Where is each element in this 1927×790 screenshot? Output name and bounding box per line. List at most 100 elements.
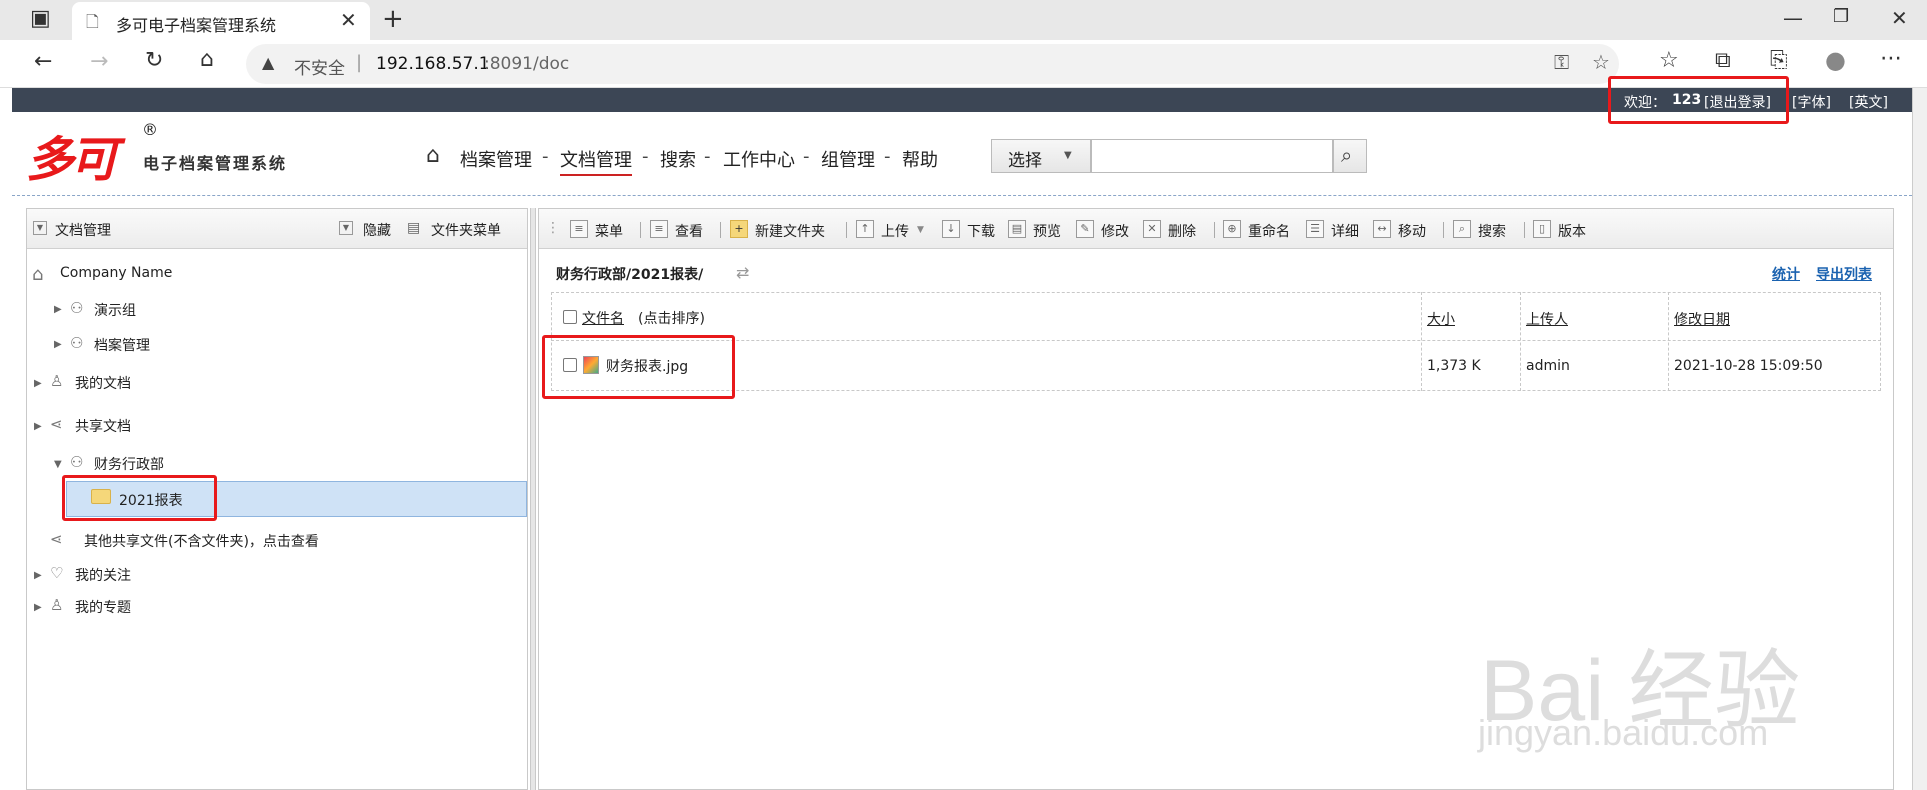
export-list-link[interactable]: 导出列表 (1816, 264, 1872, 284)
tree-my-topics[interactable]: 我的专题 (75, 597, 131, 617)
hide-icon[interactable]: ▼ (339, 221, 353, 235)
restore-icon[interactable]: ❐ (1833, 6, 1849, 27)
tree-archive-mgmt[interactable]: 档案管理 (94, 335, 150, 355)
toolbar-menu[interactable]: 菜单 (595, 221, 623, 241)
expand-arrow-icon[interactable]: ▶ (54, 304, 62, 315)
toolbar-preview[interactable]: 预览 (1033, 221, 1061, 241)
download-icon: ↓ (942, 220, 960, 238)
topics-icon: ♙ (50, 596, 64, 614)
forward-icon[interactable]: → (90, 49, 108, 74)
search-input[interactable] (1091, 139, 1333, 173)
tree-my-docs[interactable]: 我的文档 (75, 373, 131, 393)
panel-splitter[interactable] (530, 208, 536, 790)
key-icon[interactable]: ⚿ (1554, 50, 1569, 74)
expand-arrow-icon[interactable]: ▶ (34, 570, 42, 581)
toolbar-details[interactable]: 详细 (1331, 221, 1359, 241)
details-icon: ☰ (1306, 220, 1324, 238)
address-bar[interactable]: ▲ 不安全 | 192.168.57.1 :8091/doc ⚿ ☆ (246, 44, 1619, 84)
logo-brand: 多可 (26, 132, 118, 188)
column-header-uploader[interactable]: 上传人 (1526, 309, 1568, 329)
window-close-icon[interactable]: ✕ (1891, 6, 1908, 30)
font-link[interactable]: [字体] (1792, 92, 1831, 112)
close-tab-icon[interactable]: ✕ (340, 8, 357, 32)
column-header-modified[interactable]: 修改日期 (1674, 309, 1730, 329)
nav-separator: - (803, 146, 810, 167)
expand-arrow-icon[interactable]: ▶ (34, 421, 42, 432)
english-link[interactable]: [英文] (1849, 92, 1888, 112)
select-all-checkbox[interactable] (563, 310, 577, 324)
url-host: 192.168.57.1 (376, 54, 490, 74)
nav-help[interactable]: 帮助 (902, 146, 938, 172)
browser-tab[interactable]: 🗋 多可电子档案管理系统 ✕ (72, 2, 370, 40)
page-scrollbar[interactable] (1912, 88, 1927, 790)
toolbar-move[interactable]: 移动 (1398, 221, 1426, 241)
toolbar-search[interactable]: 搜索 (1478, 221, 1506, 241)
refresh-list-icon[interactable]: ⇄ (736, 263, 749, 282)
folder-menu-button[interactable]: 文件夹菜单 (431, 220, 501, 240)
more-icon[interactable]: ⋯ (1880, 46, 1902, 71)
file-modified: 2021-10-28 15:09:50 (1674, 358, 1823, 374)
tree-my-follows[interactable]: 我的关注 (75, 565, 131, 585)
nav-separator: - (542, 146, 549, 167)
tree-finance-dept[interactable]: 财务行政部 (94, 454, 164, 474)
nav-separator: - (642, 146, 649, 167)
logo-subtitle: 电子档案管理系统 (143, 154, 288, 173)
group-icon: ⚇ (70, 334, 84, 352)
tree-demo-group[interactable]: 演示组 (94, 300, 136, 320)
screenshot-icon[interactable]: ⎘ (1770, 48, 1788, 73)
new-tab-icon[interactable]: + (382, 4, 404, 34)
collapse-arrow-icon[interactable]: ▼ (54, 459, 62, 470)
nav-group-mgmt[interactable]: 组管理 (821, 146, 875, 172)
move-icon: ↔ (1373, 220, 1391, 238)
preview-icon: ▤ (1008, 220, 1026, 238)
toolbar-download[interactable]: 下载 (967, 221, 995, 241)
search-icon: ⌕ (1341, 143, 1353, 167)
toolbar-version[interactable]: 版本 (1558, 221, 1586, 241)
search-button[interactable]: ⌕ (1333, 139, 1367, 173)
collapse-icon[interactable]: ▼ (33, 221, 47, 235)
app-header (12, 112, 1912, 196)
file-size: 1,373 K (1427, 358, 1481, 374)
expand-arrow-icon[interactable]: ▶ (34, 378, 42, 389)
watermark-sub: jingyan.baidu.com (1478, 712, 1769, 753)
expand-arrow-icon[interactable]: ▶ (54, 339, 62, 350)
search-type-select[interactable]: 选择 ▼ (991, 139, 1091, 173)
expand-arrow-icon[interactable]: ▶ (34, 602, 42, 613)
menu-icon: ≡ (570, 220, 588, 238)
add-favorite-icon[interactable]: ☆ (1592, 50, 1610, 74)
refresh-icon[interactable]: ↻ (145, 48, 163, 73)
column-header-size[interactable]: 大小 (1427, 309, 1455, 329)
tree-shared-docs[interactable]: 共享文档 (75, 416, 131, 436)
tree-company[interactable]: Company Name (60, 265, 172, 281)
minimize-icon[interactable]: — (1783, 6, 1803, 30)
toolbar-new-folder[interactable]: 新建文件夹 (755, 221, 825, 241)
tree-other-shared[interactable]: 其他共享文件(不含文件夹)，点击查看 (84, 531, 319, 551)
back-icon[interactable]: ← (34, 49, 52, 74)
upload-dropdown-icon[interactable]: ▼ (917, 225, 924, 235)
toolbar-delete[interactable]: 删除 (1168, 221, 1196, 241)
file-uploader: admin (1526, 358, 1570, 374)
toolbar-view[interactable]: 查看 (675, 221, 703, 241)
nav-search[interactable]: 搜索 (660, 146, 696, 172)
nav-separator: - (884, 146, 891, 167)
collections-icon[interactable]: ⧉ (1715, 48, 1731, 73)
left-panel-header: ▼ 文档管理 ▼ 隐藏 ▤ 文件夹菜单 (27, 209, 527, 249)
nav-documents[interactable]: 文档管理 (560, 146, 632, 176)
tab-actions-icon[interactable]: ▣ (30, 6, 51, 31)
nav-work-center[interactable]: 工作中心 (723, 146, 795, 172)
toolbar-edit[interactable]: 修改 (1101, 221, 1129, 241)
stats-link[interactable]: 统计 (1772, 264, 1800, 284)
home-icon[interactable]: ⌂ (200, 47, 214, 72)
column-divider (1668, 292, 1669, 391)
toolbar-upload[interactable]: 上传 (881, 221, 909, 241)
home-nav-icon[interactable]: ⌂ (426, 143, 440, 168)
toolbar-rename[interactable]: 重命名 (1248, 221, 1290, 241)
profile-avatar-icon[interactable]: ● (1825, 46, 1846, 74)
group-icon: ⚇ (70, 453, 84, 471)
nav-archive[interactable]: 档案管理 (460, 146, 532, 172)
toolbar-divider (1214, 222, 1215, 238)
favorites-icon[interactable]: ☆ (1659, 48, 1679, 73)
url-path: :8091/doc (484, 54, 570, 74)
hide-button[interactable]: 隐藏 (363, 220, 391, 240)
column-header-name[interactable]: 文件名 (582, 308, 624, 328)
